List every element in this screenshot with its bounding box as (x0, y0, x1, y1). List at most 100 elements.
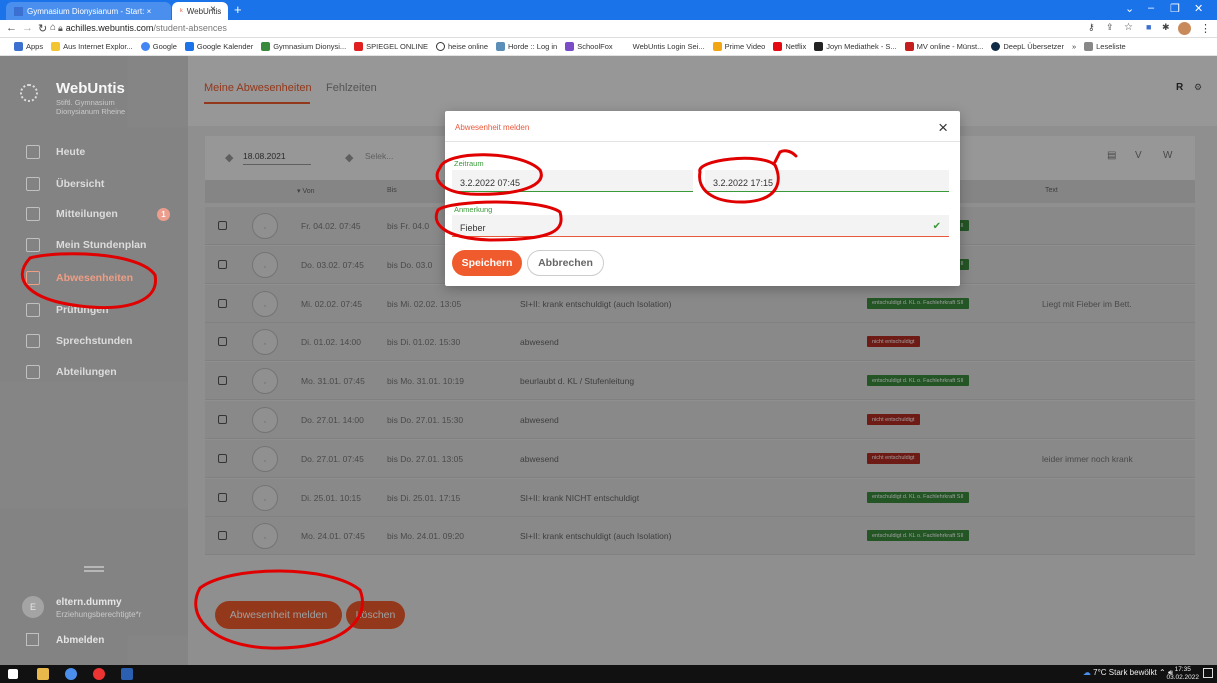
minimize-icon[interactable]: – (1148, 2, 1154, 14)
sidebar-item-abteilungen[interactable]: Abteilungen (0, 359, 188, 385)
bookmarks-overflow[interactable]: » (1072, 42, 1076, 51)
clock-date: 03.02.2022 (1166, 674, 1199, 681)
reload-icon[interactable]: ↻ (38, 22, 47, 35)
tab-label: WebUntis (186, 6, 222, 16)
tab-gymnasium[interactable]: Gymnasium Dionysianum - Start: × (6, 2, 171, 20)
bookmark-reading-list[interactable]: Leseliste (1084, 42, 1126, 51)
webuntis-favicon-icon: ᵏ (180, 6, 183, 16)
remark-input[interactable]: Fieber ✔ (452, 215, 949, 237)
close-window-icon[interactable]: ✕ (1194, 2, 1203, 15)
star-icon[interactable]: ☆ (1124, 22, 1133, 33)
report-absence-dialog: Abwesenheit melden × Zeitraum 3.2.2022 0… (445, 111, 960, 286)
bookmark-calendar[interactable]: Google Kalender (184, 42, 253, 51)
share-icon[interactable]: ⇪ (1106, 22, 1114, 33)
sidebar-item-stundenplan[interactable]: Mein Stundenplan (0, 232, 188, 258)
chrome-icon[interactable] (93, 668, 105, 680)
close-icon[interactable]: × (938, 118, 948, 138)
sidebar-item-mitteilungen[interactable]: Mitteilungen 1 (0, 201, 188, 227)
user-avatar[interactable]: E (22, 596, 44, 618)
dialog-title: Abwesenheit melden (455, 123, 530, 132)
overview-icon (26, 177, 40, 191)
user-name: eltern.dummy (56, 597, 122, 608)
sidebar-item-abwesenheiten[interactable]: Abwesenheiten (0, 265, 188, 291)
sidebar: WebUntis Stiftl. Gymnasium Dionysianum R… (0, 56, 188, 665)
consultation-icon (26, 334, 40, 348)
bookmarks-bar: Apps Aus Internet Explor... Google Googl… (0, 38, 1217, 56)
logout-icon (26, 633, 39, 646)
system-tray: ☁ 7°C Stark bewölkt ⌃ 🔊︎ (1082, 668, 1173, 677)
tab-search-icon[interactable]: ⌄ (1125, 2, 1134, 15)
collapse-sidebar-icon[interactable] (84, 566, 104, 568)
bookmark-horde[interactable]: Horde :: Log in (496, 42, 557, 51)
profile-avatar[interactable] (1178, 22, 1191, 35)
site-favicon-icon (14, 6, 23, 16)
weather-icon: ☁ (1082, 668, 1091, 677)
logout-link[interactable]: Abmelden (56, 635, 104, 646)
url-path: /student-absences (153, 23, 227, 33)
divider (445, 141, 960, 142)
app-icon[interactable] (65, 668, 77, 680)
bookmark-joyn[interactable]: Joyn Mediathek - S... (814, 42, 897, 51)
bookmark-apps[interactable]: Apps (14, 42, 43, 51)
unread-badge: 1 (157, 207, 170, 221)
bookmark-gymnasium[interactable]: Gymnasium Dionysi... (261, 42, 346, 51)
forward-icon[interactable]: → (22, 22, 33, 34)
sidebar-item-sprechstunden[interactable]: Sprechstunden (0, 328, 188, 354)
mail-icon (26, 207, 40, 221)
close-tab-icon[interactable]: × (210, 4, 216, 15)
puzzle-icon[interactable]: ✱ (1162, 22, 1170, 33)
bookmark-netflix[interactable]: Netflix (773, 42, 806, 51)
url-field[interactable]: 🔒︎ achilles.webuntis.com/student-absences (58, 23, 227, 34)
windows-start-icon[interactable] (8, 669, 18, 679)
browser-tab-bar: Gymnasium Dionysianum - Start: × ᵏ WebUn… (0, 0, 1217, 20)
clock-time: 17:35 (1174, 666, 1191, 673)
tab-webuntis[interactable]: ᵏ WebUntis (172, 2, 228, 20)
extension-icon[interactable]: ■ (1146, 22, 1151, 32)
sidebar-item-heute[interactable]: Heute (0, 139, 188, 165)
menu-icon[interactable]: ⋮ (1200, 22, 1211, 35)
windows-taskbar: ☁ 7°C Stark bewölkt ⌃ 🔊︎ 17:35 03.02.2022 (0, 665, 1217, 683)
timetable-icon (26, 238, 40, 252)
school-name-line2: Dionysianum Rheine (56, 107, 126, 116)
chair-icon (26, 271, 40, 285)
url-host: achilles.webuntis.com (65, 23, 154, 33)
bookmark-mv[interactable]: MV online - Münst... (904, 42, 983, 51)
bookmark-ie[interactable]: Aus Internet Explor... (51, 42, 133, 51)
remark-label: Anmerkung (454, 205, 493, 214)
lock-icon: 🔒︎ (58, 23, 63, 33)
period-label: Zeitraum (454, 159, 484, 168)
bookmark-google[interactable]: Google (140, 42, 177, 51)
today-icon (26, 145, 40, 159)
period-to-input[interactable]: 3.2.2022 17:15 (705, 170, 949, 192)
sidebar-item-pruefungen[interactable]: Prüfungen (0, 297, 188, 323)
check-icon: ✔ (932, 221, 941, 232)
bookmark-schoolfox[interactable]: SchoolFox (565, 42, 613, 51)
user-role: Erziehungsberechtigte*r (56, 610, 142, 619)
webuntis-logo-icon (20, 84, 38, 102)
cancel-button[interactable]: Abbrechen (527, 250, 604, 276)
save-button[interactable]: Speichern (452, 250, 522, 276)
bookmark-prime[interactable]: Prime Video (712, 42, 765, 51)
departments-icon (26, 365, 40, 379)
file-explorer-icon[interactable] (37, 668, 49, 680)
word-icon[interactable] (121, 668, 133, 680)
weather-text: 7°C Stark bewölkt (1093, 668, 1157, 677)
new-tab-button[interactable]: + (234, 2, 242, 17)
bookmark-heise[interactable]: heise online (435, 42, 488, 51)
bookmark-webuntis[interactable]: WebUntis Login Sei... (620, 42, 705, 51)
bookmark-deepl[interactable]: DeepL Übersetzer (991, 42, 1064, 51)
period-from-input[interactable]: 3.2.2022 07:45 (452, 170, 693, 192)
app-logo: WebUntis (56, 80, 125, 97)
home-icon[interactable]: ⌂ (50, 22, 56, 33)
exam-icon (26, 303, 40, 317)
sidebar-item-uebersicht[interactable]: Übersicht (0, 171, 188, 197)
key-icon[interactable]: ⚷ (1088, 22, 1095, 33)
school-name-line1: Stiftl. Gymnasium (56, 98, 115, 107)
bookmark-spiegel[interactable]: SPIEGEL ONLINE (354, 42, 428, 51)
clock[interactable]: 17:35 03.02.2022 (1166, 666, 1199, 682)
back-icon[interactable]: ← (6, 22, 17, 34)
address-bar-row: ← → ↻ ⌂ 🔒︎ achilles.webuntis.com/student-… (0, 20, 1217, 38)
notifications-icon[interactable] (1203, 668, 1213, 678)
tab-label: Gymnasium Dionysianum - Start: × (27, 6, 152, 16)
restore-icon[interactable]: ❐ (1170, 2, 1180, 15)
